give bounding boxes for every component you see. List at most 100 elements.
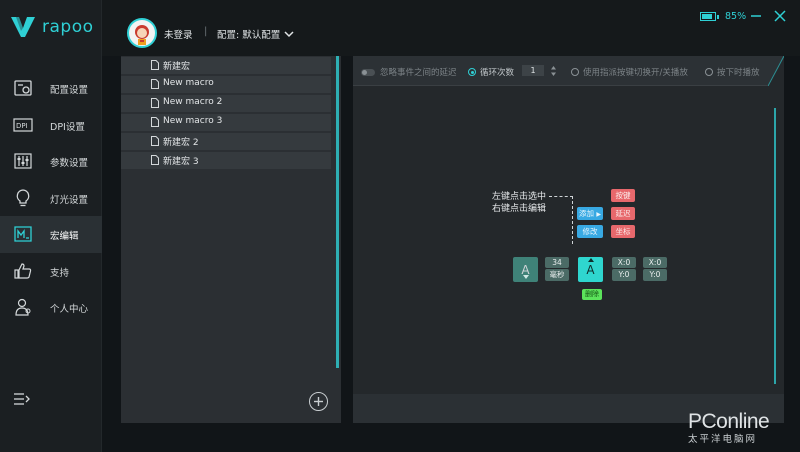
submenu-coord-button[interactable]: 坐标	[611, 225, 635, 238]
document-icon	[151, 98, 159, 108]
macro-name: New macro	[163, 78, 214, 88]
sidebar-item-params[interactable]: 参数设置	[0, 143, 102, 180]
context-add-button[interactable]: 添加 ▶	[577, 207, 603, 220]
svg-text:DPI: DPI	[16, 122, 28, 130]
sidebar-item-label: 灯光设置	[50, 194, 89, 206]
sliders-icon	[13, 152, 33, 170]
submenu-delay-button[interactable]: 延迟	[611, 207, 635, 220]
context-delete-button[interactable]: 删除	[582, 289, 602, 300]
toolbar-corner	[768, 56, 784, 86]
loop-count-option[interactable]: 循环次数	[468, 66, 514, 78]
list-item[interactable]: 新建宏 2	[121, 133, 331, 150]
login-status[interactable]: 未登录	[164, 27, 193, 41]
loop-count-input[interactable]: 1	[522, 65, 544, 76]
thumbs-up-icon	[13, 262, 33, 280]
hint-right-click: 右键点击编辑	[492, 204, 547, 214]
add-label: 添加	[578, 209, 594, 218]
list-item[interactable]: New macro 3	[121, 114, 331, 131]
loop-label: 循环次数	[480, 68, 515, 78]
chevron-down-icon[interactable]	[284, 28, 294, 41]
sidebar-item-dpi[interactable]: DPI DPI设置	[0, 107, 102, 144]
list-scrollbar[interactable]	[336, 56, 339, 368]
document-icon	[151, 60, 159, 70]
avatar[interactable]	[127, 18, 157, 48]
macro-name: 新建宏 3	[163, 157, 199, 167]
sidebar-item-label: 参数设置	[50, 158, 89, 169]
delay-value[interactable]: 34	[545, 257, 569, 268]
list-item[interactable]: New macro 2	[121, 95, 331, 112]
plus-icon	[314, 397, 323, 406]
rapoo-v-icon	[11, 17, 35, 37]
bulb-icon	[13, 188, 33, 207]
document-icon	[151, 79, 159, 89]
list-item[interactable]: 新建宏	[121, 57, 331, 74]
submenu-key-button[interactable]: 按键	[611, 189, 635, 202]
ignore-delay-label: 忽略事件之间的延迟	[380, 68, 457, 78]
macro-name: 新建宏 2	[163, 138, 199, 148]
sidebar: rapoo 配置设置 DPI DPI设置 参数设置 灯光设置 宏编辑 支持 个人…	[0, 0, 102, 452]
watermark: PConline 太平洋电脑网	[688, 410, 770, 445]
hint-connector	[572, 196, 573, 244]
sidebar-item-label: DPI设置	[50, 121, 85, 133]
document-icon	[151, 136, 159, 146]
ignore-delay-toggle[interactable]: 忽略事件之间的延迟	[361, 66, 457, 78]
config-icon	[13, 79, 33, 97]
position-y[interactable]: Y:0	[643, 269, 667, 281]
position-x[interactable]: X:0	[643, 257, 667, 268]
key-label: A	[586, 262, 595, 277]
document-icon	[151, 155, 159, 165]
toggle-play-option[interactable]: 使用指派按键切换开/关播放	[571, 66, 688, 78]
header-separator: |	[204, 26, 208, 37]
position-x[interactable]: X:0	[612, 257, 636, 268]
list-item[interactable]: 新建宏 3	[121, 152, 331, 169]
submenu-arrow-icon: ▶	[596, 211, 601, 218]
hold-play-option[interactable]: 按下时播放	[705, 66, 760, 78]
key-up-arrow-icon	[588, 258, 594, 262]
delay-unit[interactable]: 毫秒	[545, 269, 569, 281]
sidebar-nav: 配置设置 DPI DPI设置 参数设置 灯光设置 宏编辑 支持 个人中心	[0, 70, 102, 326]
macro-list-panel: 新建宏 New macro New macro 2 New macro 3 新建…	[121, 56, 341, 423]
editor-toolbar: 忽略事件之间的延迟 循环次数 1 使用指派按键切换开/关播放 按下时播放	[353, 56, 784, 86]
sidebar-item-config[interactable]: 配置设置	[0, 70, 102, 107]
sidebar-item-support[interactable]: 支持	[0, 253, 102, 290]
close-icon[interactable]	[774, 10, 786, 22]
logo-text: rapoo	[42, 17, 94, 37]
editor-scrollbar[interactable]	[774, 108, 776, 384]
hint-connector	[549, 196, 573, 197]
user-icon	[13, 298, 33, 316]
macro-name: New macro 2	[163, 97, 223, 107]
macro-editor: 忽略事件之间的延迟 循环次数 1 使用指派按键切换开/关播放 按下时播放 左键点…	[353, 56, 784, 423]
context-modify-button[interactable]: 修改	[577, 225, 603, 238]
macro-icon	[13, 225, 33, 243]
sidebar-item-profile[interactable]: 个人中心	[0, 289, 102, 326]
stepper-arrows-icon[interactable]	[550, 65, 557, 77]
macro-name: New macro 3	[163, 116, 223, 126]
sidebar-item-macro[interactable]: 宏编辑	[0, 216, 102, 253]
add-macro-button[interactable]	[309, 392, 328, 411]
toggle-play-label: 使用指派按键切换开/关播放	[583, 68, 688, 78]
collapse-menu-icon[interactable]	[13, 392, 33, 408]
toggle-play-radio[interactable]	[571, 68, 579, 76]
macro-name: 新建宏	[163, 62, 191, 72]
list-item[interactable]: New macro	[121, 76, 331, 93]
sidebar-item-lighting[interactable]: 灯光设置	[0, 180, 102, 217]
hold-play-label: 按下时播放	[717, 68, 760, 78]
rapoo-logo: rapoo	[10, 16, 94, 38]
sidebar-item-label: 个人中心	[50, 304, 89, 315]
battery-icon	[700, 12, 716, 21]
top-bar: 未登录 | 配置: 默认配置 85%	[102, 0, 800, 56]
position-y[interactable]: Y:0	[612, 269, 636, 281]
config-selector[interactable]: 配置: 默认配置	[217, 27, 280, 41]
minimize-icon[interactable]	[750, 10, 762, 22]
loop-radio[interactable]	[468, 68, 476, 76]
sidebar-item-label: 配置设置	[50, 85, 89, 96]
battery-percent: 85%	[725, 11, 747, 22]
battery-indicator: 85%	[700, 11, 746, 22]
document-icon	[151, 117, 159, 127]
toggle-switch[interactable]	[361, 68, 375, 76]
hold-play-radio[interactable]	[705, 68, 713, 76]
sidebar-item-label: 宏编辑	[50, 231, 79, 242]
dpi-icon: DPI	[13, 116, 33, 134]
key-down-arrow-icon	[523, 275, 529, 279]
sidebar-item-label: 支持	[50, 267, 70, 279]
